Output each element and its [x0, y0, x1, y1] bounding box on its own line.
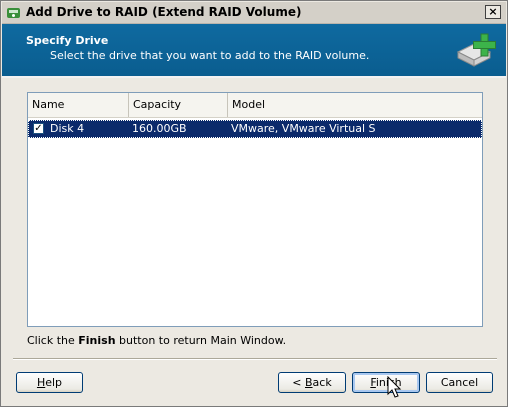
- back-label: ack: [312, 376, 332, 389]
- divider: [13, 358, 497, 360]
- cell-capacity: 160.00GB: [132, 122, 187, 135]
- close-button[interactable]: ×: [485, 5, 501, 19]
- cell-name: Disk 4: [50, 122, 85, 135]
- window-title: Add Drive to RAID (Extend RAID Volume): [26, 5, 302, 19]
- close-icon: ×: [488, 5, 498, 18]
- cell-model: VMware, VMware Virtual S: [231, 122, 376, 135]
- back-prefix: <: [292, 376, 305, 389]
- add-drive-icon: [456, 33, 496, 67]
- wizard-header: Specify Drive Select the drive that you …: [2, 24, 506, 78]
- hint-prefix: Click the: [27, 334, 79, 347]
- hint-suffix: button to return Main Window.: [115, 334, 287, 347]
- help-label: elp: [45, 376, 63, 389]
- hint-text: Click the Finish button to return Main W…: [27, 334, 286, 347]
- table-row[interactable]: ✓ Disk 4 160.00GB VMware, VMware Virtual…: [28, 120, 482, 138]
- column-header-model[interactable]: Model: [228, 93, 482, 117]
- header-title: Specify Drive: [26, 34, 109, 47]
- mouse-pointer-icon: [387, 376, 402, 398]
- back-button[interactable]: < Back: [278, 372, 346, 393]
- raid-app-icon: [7, 8, 20, 18]
- row-checkbox[interactable]: ✓: [33, 123, 44, 134]
- column-header-name[interactable]: Name: [28, 93, 129, 117]
- list-header: Name Capacity Model: [28, 93, 482, 118]
- hint-bold: Finish: [78, 334, 116, 347]
- header-subtitle: Select the drive that you want to add to…: [50, 49, 370, 62]
- help-access-key: H: [36, 376, 46, 389]
- finish-button[interactable]: Finish: [352, 372, 420, 393]
- help-button[interactable]: Help: [16, 372, 83, 393]
- title-bar[interactable]: Add Drive to RAID (Extend RAID Volume) ×: [2, 2, 506, 24]
- column-header-capacity[interactable]: Capacity: [129, 93, 228, 117]
- cancel-button[interactable]: Cancel: [426, 372, 493, 393]
- drive-list[interactable]: Name Capacity Model ✓ Disk 4 160.00GB VM…: [27, 92, 483, 327]
- dialog-window: Add Drive to RAID (Extend RAID Volume) ×…: [0, 0, 508, 407]
- back-access-key: B: [305, 376, 313, 389]
